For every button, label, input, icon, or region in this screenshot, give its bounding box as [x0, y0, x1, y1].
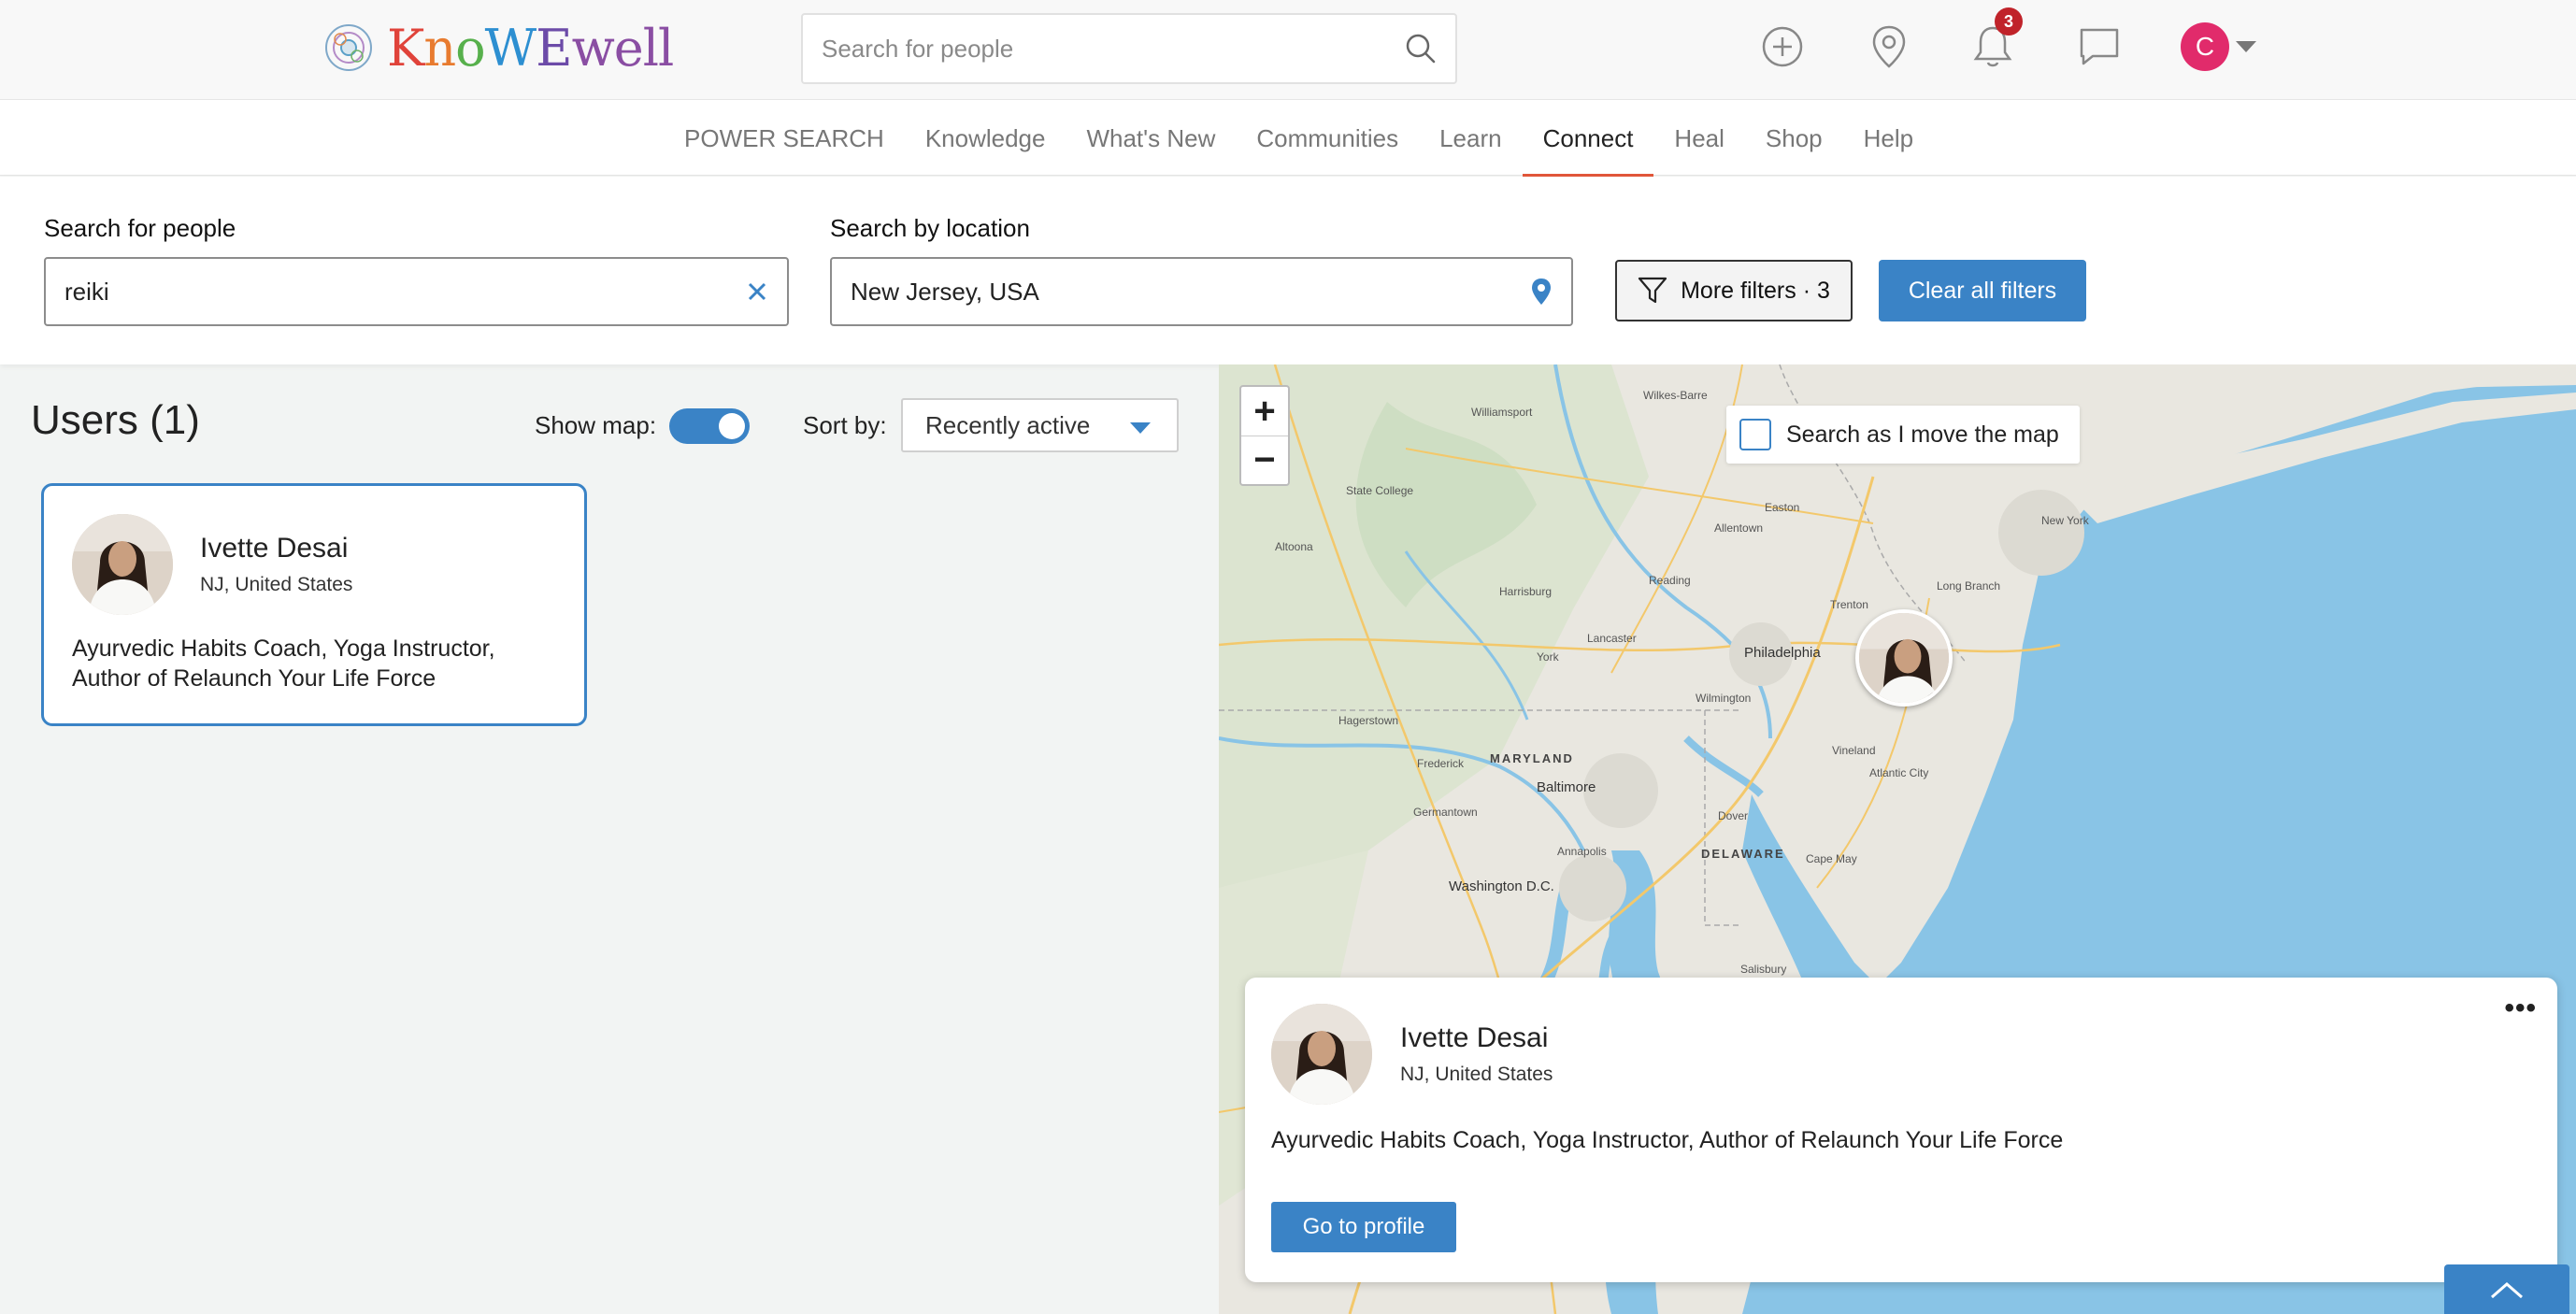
map-label-wilkes-barre: Wilkes-Barre	[1643, 389, 1708, 402]
results-title: Users (1)	[31, 397, 200, 443]
search-as-move-label: Search as I move the map	[1786, 421, 2059, 448]
user-bio: Ayurvedic Habits Coach, Yoga Instructor,…	[72, 636, 495, 692]
map-zoom-control: + −	[1239, 385, 1290, 486]
user-name[interactable]: Ivette Desai	[200, 533, 348, 564]
scroll-to-top-button[interactable]	[2444, 1264, 2569, 1314]
map-label-allentown: Allentown	[1714, 521, 1764, 535]
map-label-easton: Easton	[1765, 501, 1800, 514]
map-label-baltimore: Baltimore	[1537, 779, 1596, 795]
add-icon[interactable]	[1756, 21, 1809, 73]
map-label-williamsport: Williamsport	[1471, 406, 1533, 419]
sort-value: Recently active	[925, 410, 1091, 439]
logo-text: KnoWEwell	[387, 18, 674, 78]
location-search-label: Search by location	[830, 214, 1030, 242]
sort-select[interactable]: Recently active	[901, 398, 1179, 452]
map-label-york: York	[1537, 650, 1559, 664]
user-avatar-photo	[72, 514, 173, 615]
map-label-frederick: Frederick	[1417, 757, 1465, 770]
header-search-box[interactable]	[801, 13, 1457, 84]
nav-whats-new[interactable]: What's New	[1066, 100, 1236, 177]
user-location: NJ, United States	[200, 574, 353, 595]
search-as-move-toggle[interactable]: Search as I move the map	[1726, 406, 2080, 464]
nav-connect[interactable]: Connect	[1522, 100, 1654, 178]
filter-funnel-icon	[1639, 277, 1667, 304]
filters-bar: Search for people Search by location Mor…	[0, 177, 2576, 364]
notifications-bell-icon[interactable]: 3	[1967, 7, 2023, 73]
user-card[interactable]: Ivette Desai NJ, United States Ayurvedic…	[41, 483, 587, 726]
logo[interactable]: KnoWEwell	[322, 17, 674, 79]
nav-help[interactable]: Help	[1843, 100, 1934, 177]
map-label-washington: Washington D.C.	[1449, 878, 1554, 894]
notifications-badge: 3	[1995, 7, 2023, 36]
map-label-maryland: MARYLAND	[1490, 751, 1574, 765]
map-label-altoona: Altoona	[1275, 540, 1313, 553]
map-label-cape-may: Cape May	[1806, 852, 1857, 865]
chevron-down-icon	[1130, 422, 1151, 434]
messages-chat-icon[interactable]	[2073, 21, 2125, 73]
go-to-profile-button[interactable]: Go to profile	[1271, 1202, 1456, 1252]
logo-mark-icon	[325, 24, 372, 71]
map-label-new-york: New York	[2041, 514, 2089, 527]
map-label-lancaster: Lancaster	[1587, 632, 1637, 645]
user-avatar[interactable]: C	[2181, 22, 2229, 71]
map-label-hagerstown: Hagerstown	[1338, 714, 1399, 727]
popup-avatar-photo	[1271, 1004, 1372, 1105]
map-label-atlantic-city: Atlantic City	[1869, 766, 1929, 779]
map-label-state-college: State College	[1346, 484, 1414, 497]
map-label-vineland: Vineland	[1832, 744, 1876, 757]
show-map-toggle[interactable]	[669, 408, 750, 444]
map-user-marker[interactable]	[1855, 609, 1953, 707]
location-pin-icon[interactable]	[1863, 21, 1915, 73]
show-map-label: Show map:	[535, 411, 657, 439]
location-search-input[interactable]	[851, 277, 1530, 307]
popup-user-bio: Ayurvedic Habits Coach, Yoga Instructor,…	[1271, 1127, 2064, 1153]
nav-shop[interactable]: Shop	[1745, 100, 1843, 177]
people-search-input[interactable]	[64, 277, 746, 307]
map-label-philadelphia: Philadelphia	[1744, 645, 1821, 661]
chevron-up-icon	[2491, 1281, 2523, 1298]
clear-all-filters-button[interactable]: Clear all filters	[1879, 260, 2086, 321]
zoom-in-button[interactable]: +	[1241, 387, 1288, 436]
map-label-dover: Dover	[1718, 809, 1749, 822]
nav-power-search[interactable]: POWER SEARCH	[664, 100, 905, 177]
people-search-box[interactable]	[44, 257, 789, 326]
map-label-long-branch: Long Branch	[1937, 579, 2001, 593]
popup-user-location: NJ, United States	[1400, 1064, 1553, 1085]
nav-learn[interactable]: Learn	[1419, 100, 1523, 177]
nav-communities[interactable]: Communities	[1236, 100, 1419, 177]
map-label-annapolis: Annapolis	[1557, 845, 1607, 858]
location-search-box[interactable]	[830, 257, 1573, 326]
map-label-reading: Reading	[1649, 574, 1691, 587]
toggle-knob	[719, 413, 745, 439]
header-search-input[interactable]	[822, 34, 1405, 64]
zoom-out-button[interactable]: −	[1241, 436, 1288, 484]
location-pin-icon[interactable]	[1530, 278, 1553, 306]
map-label-trenton: Trenton	[1830, 598, 1868, 611]
nav-knowledge[interactable]: Knowledge	[905, 100, 1066, 177]
map-user-popup: Ivette Desai NJ, United States Ayurvedic…	[1245, 978, 2557, 1282]
more-filters-label: More filters · 3	[1681, 277, 1830, 304]
sort-label: Sort by:	[803, 411, 887, 439]
nav-heal[interactable]: Heal	[1653, 100, 1744, 177]
map-label-germantown: Germantown	[1413, 806, 1478, 819]
main-nav: POWER SEARCH Knowledge What's New Commun…	[0, 99, 2576, 178]
map[interactable]: New York Philadelphia MARYLAND DELAWARE …	[1219, 364, 2576, 1314]
map-label-wilmington: Wilmington	[1696, 692, 1752, 705]
user-menu-chevron-down-icon[interactable]	[2236, 41, 2256, 52]
popup-more-options-icon[interactable]: •••	[2504, 993, 2537, 1024]
more-filters-button[interactable]: More filters · 3	[1615, 260, 1853, 321]
clear-x-icon[interactable]	[746, 280, 768, 303]
search-as-move-checkbox[interactable]	[1739, 419, 1771, 450]
search-icon[interactable]	[1405, 33, 1437, 64]
map-label-harrisburg: Harrisburg	[1499, 585, 1553, 598]
top-header: KnoWEwell 3 C	[0, 0, 2576, 99]
map-label-salisbury: Salisbury	[1740, 963, 1787, 976]
popup-user-name[interactable]: Ivette Desai	[1400, 1022, 1548, 1054]
map-label-delaware: DELAWARE	[1701, 847, 1785, 861]
people-search-label: Search for people	[44, 214, 236, 242]
